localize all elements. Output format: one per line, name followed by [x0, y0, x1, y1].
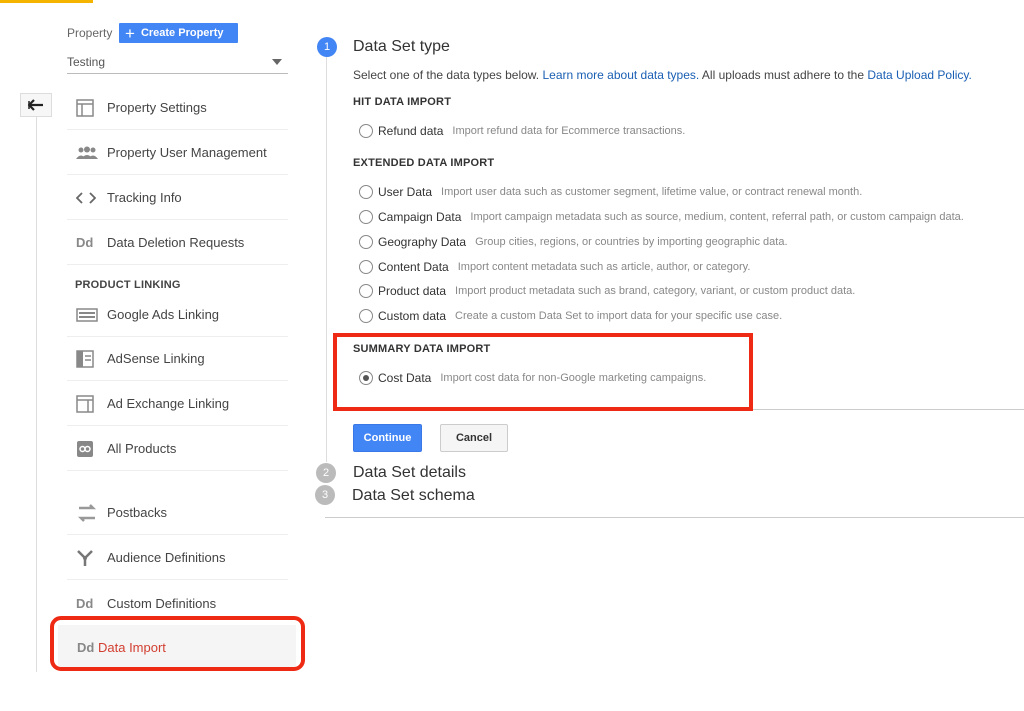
sidebar-item-label: Audience Definitions	[107, 550, 226, 565]
plus-icon: +	[125, 23, 135, 43]
sidebar-item-label: Property Settings	[107, 100, 207, 115]
option-geography-data[interactable]: Geography Data Group cities, regions, or…	[359, 232, 788, 252]
steps-bottom-divider	[325, 517, 1024, 518]
sidebar-item-label: Property User Management	[107, 145, 267, 160]
adsense-icon	[67, 349, 107, 368]
sidebar-item-label: AdSense Linking	[107, 351, 205, 366]
sidebar-item-adsense[interactable]: AdSense Linking	[67, 337, 288, 381]
highlight-box-cost-data	[333, 333, 753, 411]
radio-button[interactable]	[359, 124, 373, 138]
back-button[interactable]	[20, 93, 52, 117]
option-custom-data[interactable]: Custom data Create a custom Data Set to …	[359, 306, 782, 326]
sidebar-item-label: Google Ads Linking	[107, 307, 220, 322]
audience-split-icon	[67, 549, 107, 567]
property-label: Property	[67, 26, 113, 40]
property-dropdown[interactable]: Testing	[67, 50, 288, 74]
dd-icon: Dd	[76, 595, 94, 611]
sidebar-item-label: Custom Definitions	[107, 595, 217, 611]
step-3-circle: 3	[315, 485, 335, 505]
step-1-title: Data Set type	[353, 38, 450, 55]
back-arrow-icon	[28, 99, 43, 111]
ad-exchange-icon	[67, 394, 107, 413]
radio-button[interactable]	[359, 185, 373, 199]
dropdown-caret-icon	[272, 58, 282, 65]
sidebar-item-data-deletion[interactable]: Dd Data Deletion Requests	[67, 220, 288, 264]
sidebar-item-label: Tracking Info	[107, 190, 182, 205]
sidebar-item-property-settings[interactable]: Property Settings	[67, 86, 288, 130]
sidebar-item-postbacks[interactable]: Postbacks	[67, 491, 288, 535]
sidebar-item-all-products[interactable]: All Products	[67, 427, 288, 471]
sidebar-item-label: Data Deletion Requests	[107, 234, 245, 250]
property-dropdown-value: Testing	[67, 54, 106, 69]
step-connector-line	[326, 57, 327, 462]
radio-button[interactable]	[359, 284, 373, 298]
sidebar-item-google-ads[interactable]: Google Ads Linking	[67, 293, 288, 337]
sidebar-item-label: Postbacks	[107, 505, 167, 520]
sidebar-item-tracking-info[interactable]: Tracking Info	[67, 176, 288, 220]
ads-panel-icon	[67, 307, 107, 322]
top-accent-bar	[0, 0, 93, 3]
sidebar-rail	[36, 117, 37, 672]
sidebar-item-ad-exchange[interactable]: Ad Exchange Linking	[67, 382, 288, 426]
people-icon	[67, 146, 107, 160]
product-linking-header: PRODUCT LINKING	[75, 279, 181, 291]
code-brackets-icon	[67, 191, 107, 204]
extended-data-import-header: EXTENDED DATA IMPORT	[353, 157, 495, 169]
link-icon	[67, 440, 107, 458]
continue-button[interactable]: Continue	[353, 424, 422, 452]
sidebar-item-label: All Products	[107, 441, 177, 456]
data-upload-policy-link[interactable]: Data Upload Policy.	[867, 68, 972, 82]
property-settings-icon	[67, 98, 107, 117]
sidebar-divider	[67, 264, 288, 265]
create-property-label: Create Property	[140, 27, 224, 39]
option-user-data[interactable]: User Data Import user data such as custo…	[359, 182, 862, 202]
sidebar-item-user-management[interactable]: Property User Management	[67, 131, 288, 175]
radio-button[interactable]	[359, 210, 373, 224]
learn-more-link[interactable]: Learn more about data types.	[542, 68, 699, 82]
option-campaign-data[interactable]: Campaign Data Import campaign metadata s…	[359, 207, 964, 227]
step-1-circle: 1	[317, 37, 337, 57]
cancel-button[interactable]: Cancel	[440, 424, 508, 452]
radio-button[interactable]	[359, 235, 373, 249]
section-divider	[753, 409, 1024, 410]
create-property-button[interactable]: + Create Property	[119, 23, 238, 43]
option-content-data[interactable]: Content Data Import content metadata suc…	[359, 257, 750, 277]
step-2-circle: 2	[316, 463, 336, 483]
step-3-title[interactable]: Data Set schema	[352, 487, 475, 505]
option-refund-data[interactable]: Refund data Import refund data for Ecomm…	[359, 121, 685, 141]
sidebar-item-audience-definitions[interactable]: Audience Definitions	[67, 536, 288, 580]
dd-icon: Dd	[76, 234, 94, 250]
radio-button[interactable]	[359, 260, 373, 274]
sidebar-item-label: Ad Exchange Linking	[107, 396, 230, 411]
highlight-box-data-import	[50, 616, 305, 671]
option-product-data[interactable]: Product data Import product metadata suc…	[359, 281, 855, 301]
step-2-title[interactable]: Data Set details	[353, 464, 466, 482]
hit-data-import-header: HIT DATA IMPORT	[353, 96, 452, 108]
postbacks-icon	[67, 503, 107, 523]
radio-button[interactable]	[359, 309, 373, 323]
data-type-description: Select one of the data types below. Lear…	[353, 68, 972, 82]
